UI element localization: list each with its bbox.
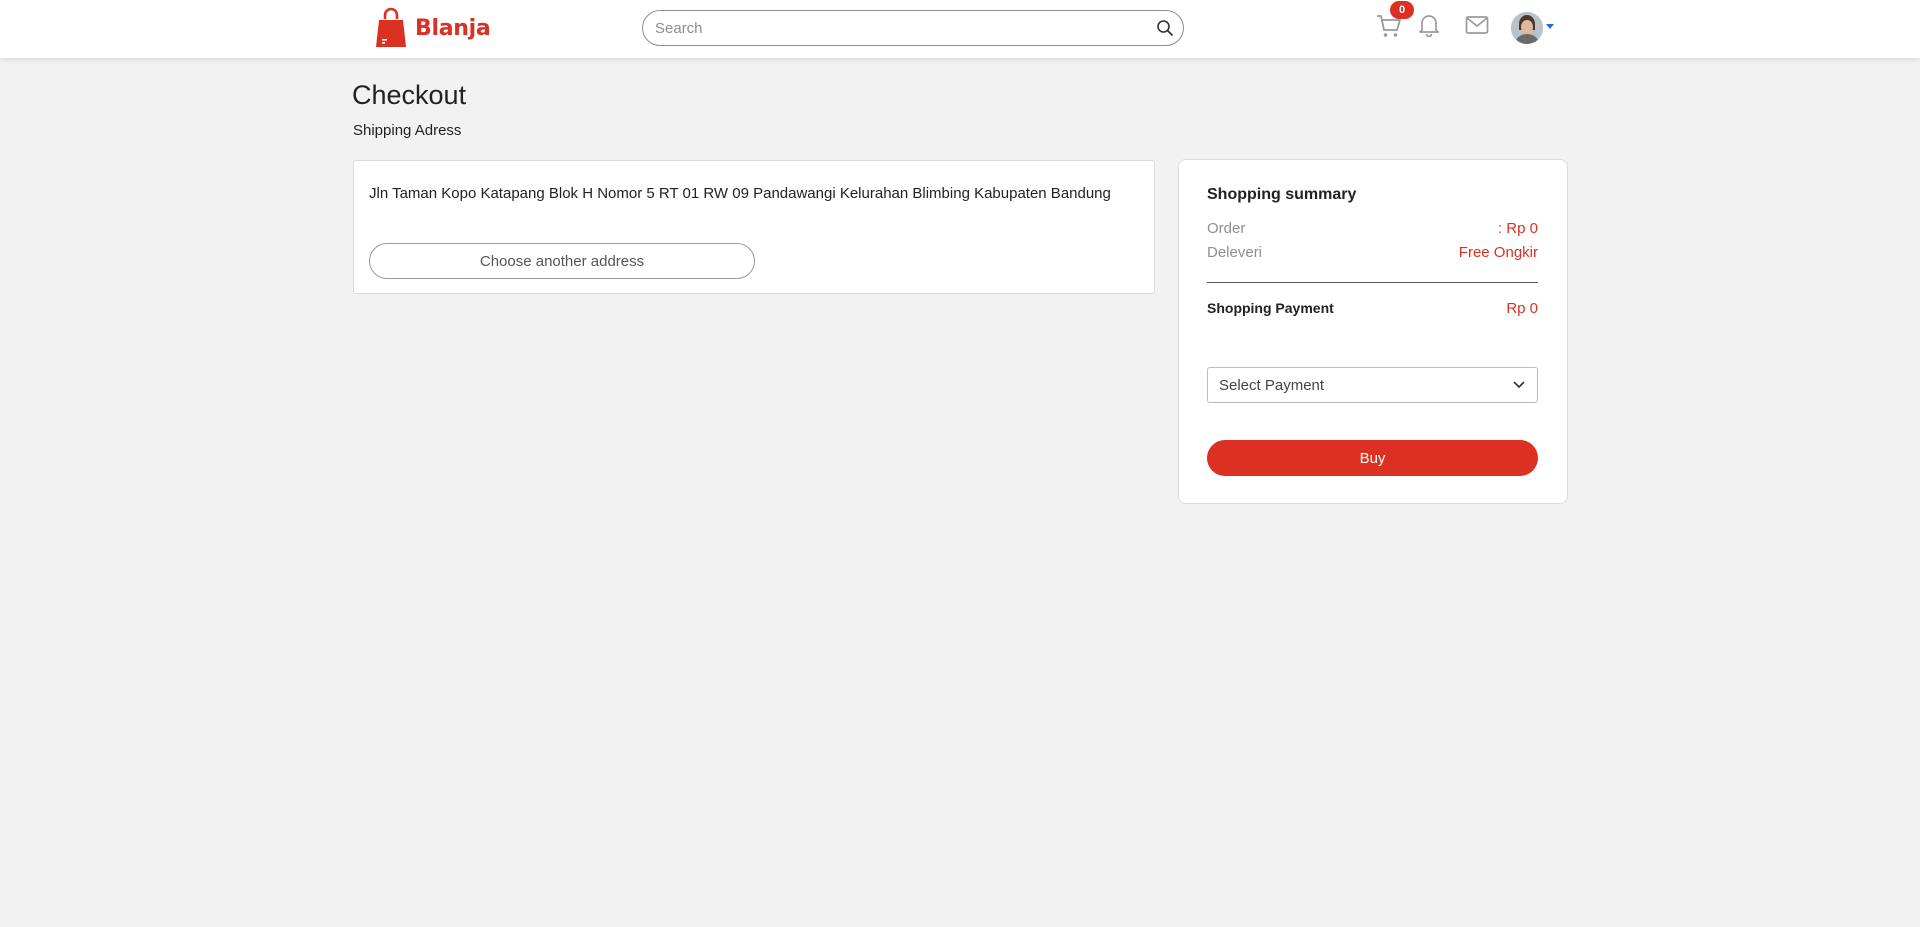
section-title: Shipping Adress (353, 122, 462, 139)
choose-address-button[interactable]: Choose another address (369, 243, 755, 279)
delivery-label: Deleveri (1207, 244, 1263, 261)
payment-value: Rp 0 (1506, 300, 1538, 317)
bag-logo-icon (376, 7, 406, 47)
search-input[interactable] (655, 11, 1135, 45)
summary-title: Shopping summary (1207, 186, 1357, 203)
search-box (642, 10, 1184, 46)
navbar: Blanja 0 (0, 0, 1920, 58)
divider (1207, 282, 1538, 283)
order-value: : Rp 0 (1497, 220, 1538, 237)
cart-count-badge: 0 (1390, 1, 1414, 19)
delivery-value: Free Ongkir (1458, 244, 1538, 261)
bell-icon[interactable] (1418, 13, 1440, 37)
avatar-image (1511, 12, 1543, 44)
caret-down-icon[interactable] (1546, 24, 1554, 29)
order-label: Order (1207, 220, 1246, 237)
payment-select-value: Select Payment (1219, 377, 1325, 394)
search-icon[interactable] (1156, 19, 1174, 37)
address-text: Jln Taman Kopo Katapang Blok H Nomor 5 R… (369, 185, 1111, 202)
shopping-summary-card: Shopping summary Order : Rp 0 Deleveri F… (1178, 159, 1568, 504)
chevron-down-icon (1513, 381, 1525, 388)
avatar[interactable] (1511, 12, 1543, 44)
brand-logo[interactable]: Blanja (375, 7, 491, 49)
address-card: Jln Taman Kopo Katapang Blok H Nomor 5 R… (353, 160, 1155, 294)
brand-name: Blanja (415, 15, 491, 41)
page-title: Checkout (352, 80, 467, 110)
payment-select[interactable]: Select Payment (1207, 367, 1538, 403)
buy-button[interactable]: Buy (1207, 440, 1538, 476)
payment-label: Shopping Payment (1207, 300, 1334, 316)
mail-icon[interactable] (1465, 15, 1489, 35)
